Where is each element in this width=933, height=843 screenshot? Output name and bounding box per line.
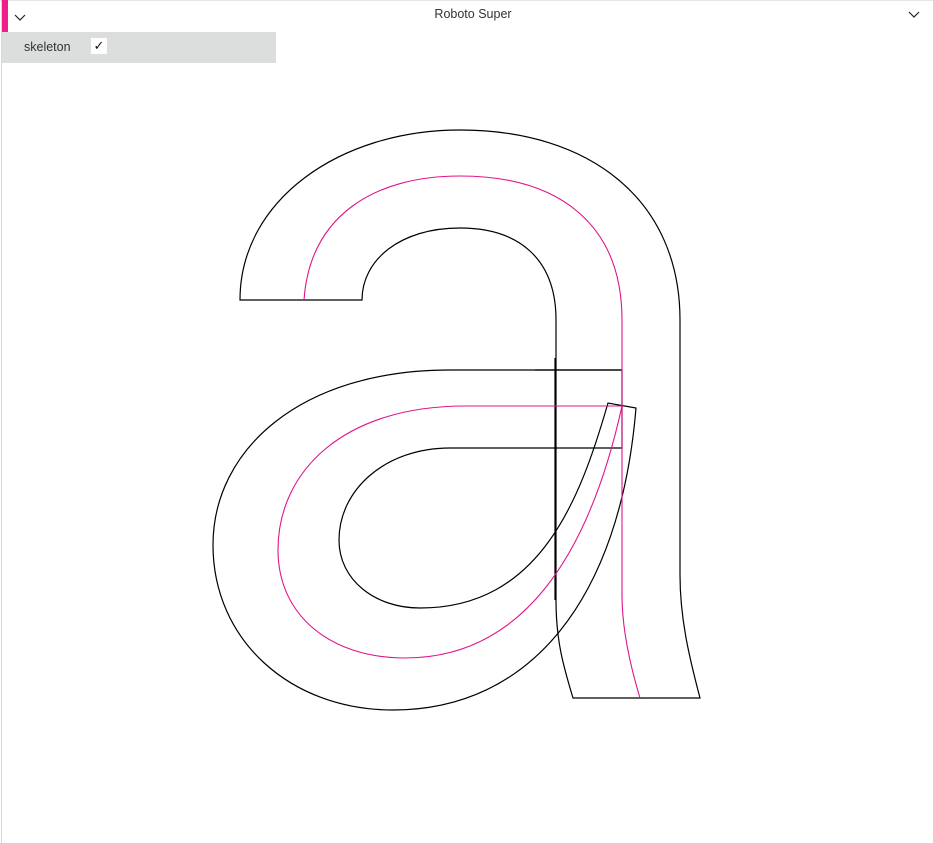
glyph-viewer: Roboto Super skeleton ✓ (0, 0, 933, 843)
skeleton-checkbox[interactable]: ✓ (91, 38, 107, 54)
outline-top-arch (239, 129, 701, 699)
skeleton-bowl (277, 405, 623, 659)
glyph-skeleton (277, 175, 641, 699)
skeleton-arch (303, 175, 641, 699)
outline-outer-bowl (212, 369, 637, 711)
glyph-canvas (212, 129, 701, 711)
glyph-outline (212, 129, 701, 711)
outline-stem-inner (535, 358, 622, 600)
skeleton-label: skeleton (24, 40, 71, 54)
chevron-down-icon[interactable] (906, 6, 922, 22)
controls-panel: skeleton ✓ (2, 32, 276, 63)
title-bar: Roboto Super (0, 0, 933, 30)
window-title: Roboto Super (434, 7, 512, 21)
